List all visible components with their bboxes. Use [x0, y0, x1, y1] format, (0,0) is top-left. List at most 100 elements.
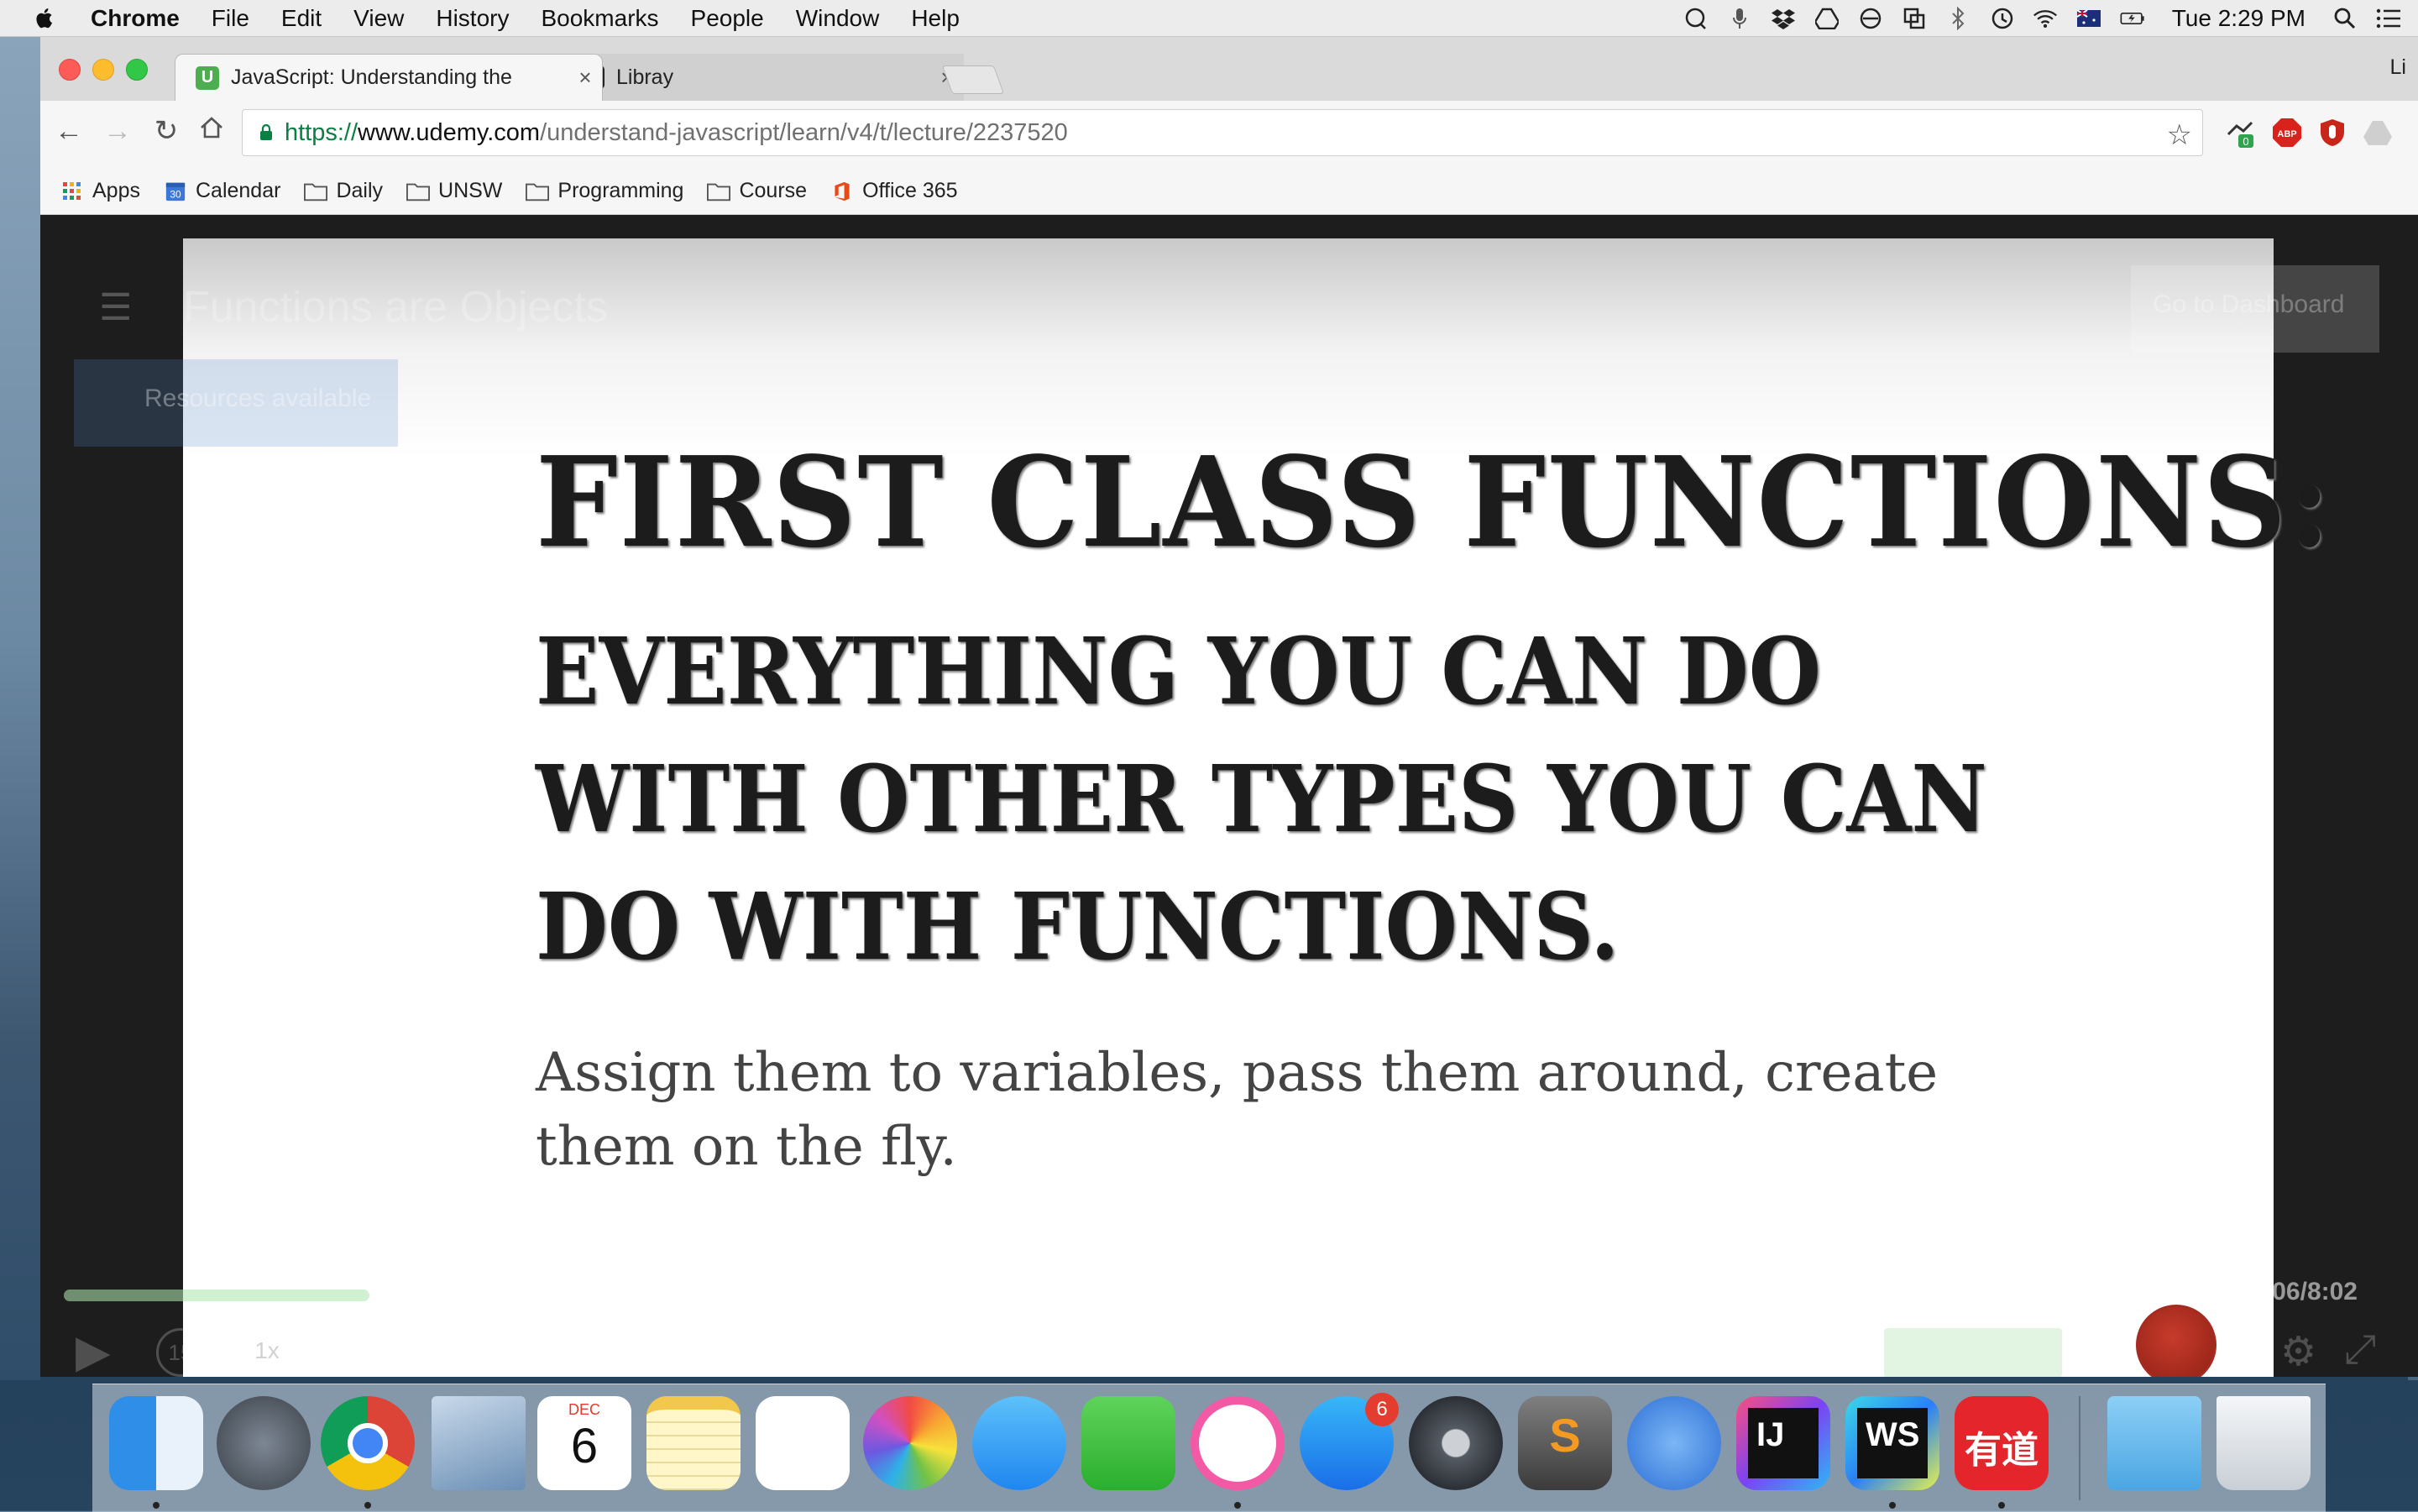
- finder-icon[interactable]: [109, 1396, 203, 1490]
- minimize-window-button[interactable]: [92, 59, 114, 81]
- forward-15-button[interactable]: 15: [329, 1328, 378, 1377]
- menu-file[interactable]: File: [212, 5, 249, 32]
- home-button[interactable]: [195, 114, 228, 148]
- bookmark-folder-course[interactable]: Course: [707, 179, 807, 203]
- close-window-button[interactable]: [59, 59, 81, 81]
- screen-record-button[interactable]: [2136, 1305, 2216, 1377]
- forward-button[interactable]: →: [101, 114, 134, 148]
- photos-icon[interactable]: [863, 1396, 957, 1490]
- reminders-icon[interactable]: [756, 1396, 850, 1490]
- intellij-icon[interactable]: IJ: [1736, 1396, 1830, 1490]
- profile-button[interactable]: Li: [2390, 55, 2406, 80]
- go-to-dashboard-label: Go to Dashboard: [2153, 290, 2345, 318]
- bookmark-label: Course: [739, 179, 808, 202]
- menu-edit[interactable]: Edit: [281, 5, 322, 32]
- webstorm-icon[interactable]: WS: [1845, 1396, 1939, 1490]
- bluetooth-icon[interactable]: [1945, 6, 1971, 31]
- tab-close-button[interactable]: ×: [568, 65, 602, 91]
- notes-icon[interactable]: [646, 1396, 741, 1490]
- playback-speed-button[interactable]: 1x: [232, 1332, 302, 1370]
- url-path: /understand-javascript/learn/v4/t/lectur…: [540, 118, 1068, 146]
- messages-icon[interactable]: [972, 1396, 1066, 1490]
- menu-help[interactable]: Help: [911, 5, 960, 32]
- bookmark-folder-programming[interactable]: Programming: [526, 179, 683, 203]
- udemy-favicon-icon: U: [196, 65, 219, 90]
- running-indicator: [1889, 1502, 1896, 1509]
- sublime-text-icon[interactable]: S: [1518, 1396, 1612, 1490]
- menu-window[interactable]: Window: [796, 5, 880, 32]
- tab-library[interactable]: WS Libray ×: [561, 54, 964, 101]
- bookmark-folder-unsw[interactable]: UNSW: [406, 179, 502, 203]
- menu-people[interactable]: People: [691, 5, 764, 32]
- drive-extension-icon[interactable]: [2361, 116, 2394, 149]
- tab-javascript-course[interactable]: U JavaScript: Understanding the ×: [175, 54, 603, 101]
- notification-center-icon[interactable]: [2376, 6, 2401, 31]
- video-player[interactable]: FIRST CLASS FUNCTIONS: EVERYTHING YOU CA…: [40, 215, 2418, 1377]
- bookmark-label: Programming: [557, 179, 684, 202]
- time-machine-icon[interactable]: [1989, 6, 2014, 31]
- browse-qa-button[interactable]: Browse Q&A: [895, 1328, 1112, 1377]
- copy-icon[interactable]: [1902, 6, 1927, 31]
- menubar-clock[interactable]: Tue 2:29 PM: [2172, 5, 2305, 32]
- bookmark-office-365[interactable]: Office 365: [830, 179, 958, 203]
- adblock-plus-icon[interactable]: ABP: [2270, 116, 2304, 149]
- office-icon: [835, 181, 850, 201]
- lock-icon: [260, 124, 272, 140]
- new-tab-button[interactable]: [941, 65, 1005, 94]
- app-store-badge: 6: [1365, 1393, 1399, 1426]
- menu-view[interactable]: View: [353, 5, 404, 32]
- folder-icon: [707, 183, 731, 201]
- extension-counter-icon[interactable]: 0: [2223, 116, 2257, 149]
- chrome-icon[interactable]: [321, 1396, 415, 1490]
- settings-gear-icon[interactable]: ⚙: [2280, 1328, 2316, 1375]
- reload-button[interactable]: ↻: [149, 114, 183, 148]
- dropbox-icon[interactable]: [1771, 6, 1796, 31]
- svg-text:30: 30: [170, 188, 181, 200]
- downloads-folder-icon[interactable]: [2107, 1396, 2201, 1490]
- back-button[interactable]: ←: [52, 114, 86, 148]
- app-store-icon[interactable]: 6: [1300, 1393, 1399, 1490]
- facetime-icon[interactable]: [1081, 1396, 1175, 1490]
- bookmark-star-icon[interactable]: ☆: [2167, 118, 2192, 152]
- menu-bookmarks[interactable]: Bookmarks: [541, 5, 658, 32]
- itunes-icon[interactable]: [1191, 1396, 1285, 1490]
- sync-icon[interactable]: [1858, 6, 1883, 31]
- maximize-window-button[interactable]: [126, 59, 148, 81]
- curriculum-menu-icon[interactable]: ☰: [99, 286, 149, 337]
- menu-history[interactable]: History: [436, 5, 509, 32]
- menu-app-chrome[interactable]: Chrome: [91, 5, 180, 32]
- add-bookmark-button[interactable]: Add Bookmark: [1177, 1328, 1421, 1377]
- address-bar[interactable]: https:// www.udemy.com /understand-javas…: [242, 109, 2203, 156]
- system-preferences-icon[interactable]: [1409, 1396, 1503, 1490]
- running-indicator: [1998, 1502, 2005, 1509]
- running-indicator: [1234, 1502, 1241, 1509]
- rewind-15-button[interactable]: 15: [156, 1328, 205, 1377]
- battery-icon[interactable]: [2120, 6, 2145, 31]
- ublock-icon[interactable]: [2316, 116, 2349, 149]
- spotlight-search-icon[interactable]: [2332, 6, 2358, 31]
- svg-text:0: 0: [2243, 135, 2248, 148]
- play-icon[interactable]: ▶: [76, 1325, 111, 1377]
- wifi-icon[interactable]: [2033, 6, 2058, 31]
- bookmark-calendar[interactable]: 30 Calendar: [164, 179, 280, 203]
- mail-stamp-icon[interactable]: [432, 1396, 526, 1490]
- microphone-icon[interactable]: [1727, 6, 1752, 31]
- calendar-app-icon[interactable]: DEC 6: [537, 1396, 631, 1490]
- desktop-wallpaper: [0, 37, 40, 1380]
- video-progress-fill[interactable]: [64, 1290, 369, 1301]
- australia-flag-icon[interactable]: [2076, 6, 2101, 31]
- apps-grid-icon: [63, 181, 81, 200]
- fullscreen-icon[interactable]: ⤢: [2344, 1326, 2376, 1373]
- launchpad-icon[interactable]: [217, 1396, 311, 1490]
- url-scheme: https://: [285, 118, 359, 146]
- continue-button[interactable]: Continue: [1884, 1328, 2063, 1377]
- tab-title: Libray: [616, 65, 674, 89]
- chat-icon[interactable]: [1683, 6, 1709, 31]
- lab-flask-icon[interactable]: [1627, 1396, 1721, 1490]
- youdao-icon[interactable]: 有道: [1955, 1396, 2049, 1490]
- bookmark-apps[interactable]: Apps: [60, 179, 140, 203]
- google-drive-icon[interactable]: [1814, 6, 1840, 31]
- apple-icon[interactable]: [35, 8, 54, 29]
- bookmark-folder-daily[interactable]: Daily: [304, 179, 383, 203]
- trash-icon[interactable]: [2216, 1396, 2311, 1490]
